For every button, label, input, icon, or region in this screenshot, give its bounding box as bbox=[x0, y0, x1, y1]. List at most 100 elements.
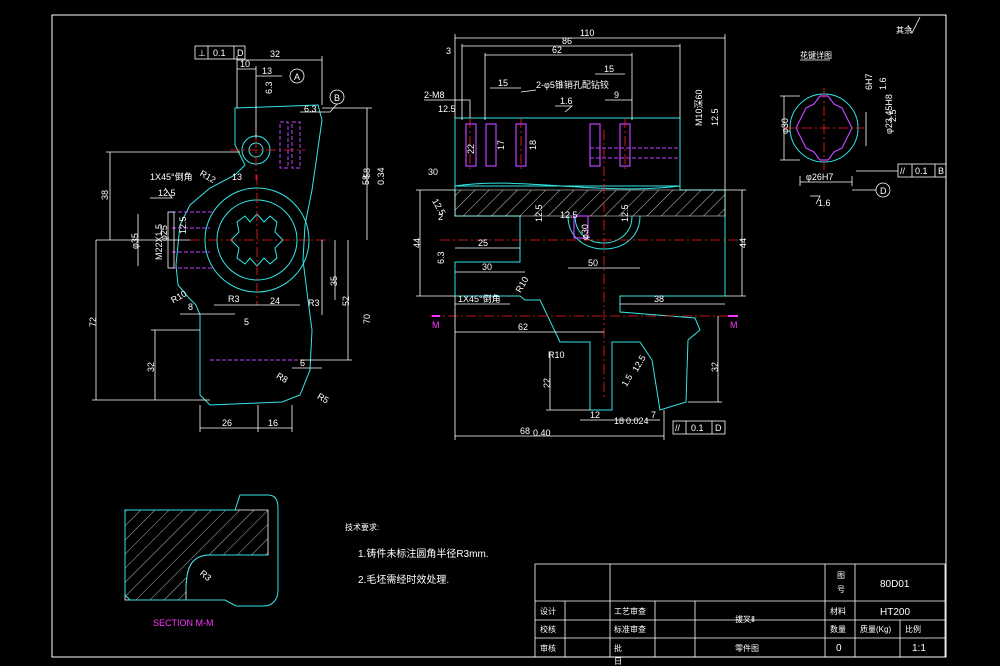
dim-3: 3 bbox=[446, 46, 451, 56]
holes-note: 2-φ5锥销孔配钻铰 bbox=[536, 79, 609, 90]
spline-phi26: φ26H7 bbox=[806, 172, 833, 182]
front-view: 110 86 62 3 15 15 9 2-φ5锥销孔配钻铰 2-M8 12.5… bbox=[412, 28, 748, 440]
dim-58-tol-sub: 0.34 bbox=[376, 167, 386, 185]
m10-note: M10深60 bbox=[694, 89, 704, 126]
dim-110: 110 bbox=[580, 28, 594, 38]
dim-16: 16 bbox=[268, 418, 278, 428]
dim-18-tol: 0.024 bbox=[626, 416, 649, 426]
dim-15-a: 15 bbox=[498, 78, 508, 88]
dim-6: 6 bbox=[300, 358, 305, 368]
tb-qty: 0 bbox=[836, 643, 842, 654]
spline-fcf-sym: // bbox=[900, 166, 906, 176]
dim-22-b: 22 bbox=[542, 378, 552, 388]
datum-a: A bbox=[294, 72, 300, 82]
tb-material-label: 材料 bbox=[830, 606, 846, 616]
r3-b: R3 bbox=[308, 298, 320, 308]
dim-7: 7 bbox=[651, 410, 656, 420]
ra-12-5-front-d: 12.5 bbox=[534, 204, 544, 222]
dim-12: 12 bbox=[590, 410, 600, 420]
fcf-bottom-tol: 0.1 bbox=[691, 423, 704, 433]
roughness-other-label: 其余 bbox=[896, 25, 912, 35]
dim-72: 72 bbox=[88, 317, 98, 327]
dim-13-b: 13 bbox=[232, 172, 242, 182]
dim-8: 8 bbox=[188, 302, 193, 312]
ra-12-5-front-e: 12.5 bbox=[560, 210, 578, 220]
tb-process: 工艺审查 bbox=[614, 606, 646, 616]
tb-date: 日 bbox=[614, 657, 622, 666]
dim-32-front: 32 bbox=[710, 362, 720, 372]
notes-title: 技术要求: bbox=[345, 522, 379, 532]
tb-mass-label: 质量(Kg) bbox=[860, 624, 891, 634]
ra-12-5-front-f: 12.5 bbox=[620, 204, 630, 222]
dim-52: 52 bbox=[341, 296, 351, 306]
tb-scale-label: 比例 bbox=[905, 624, 921, 634]
dim-62: 62 bbox=[552, 45, 562, 55]
dim-18: 18 bbox=[528, 140, 538, 150]
dim-38-front: 38 bbox=[654, 294, 664, 304]
spline-ra16: 1.6 bbox=[878, 77, 888, 90]
dim-13: 13 bbox=[262, 66, 272, 76]
ra-1-5: 1.5 bbox=[620, 372, 635, 388]
dim-2: 2 bbox=[438, 212, 443, 222]
spline-6h7: 6H7 bbox=[864, 73, 874, 90]
chamfer-note-front: 1X45°倒角 bbox=[458, 293, 501, 304]
dim-58-tol: 58 bbox=[361, 175, 371, 185]
chamfer-note-left: 1X45°倒角 bbox=[150, 171, 193, 182]
r3-a: R3 bbox=[228, 294, 240, 304]
dim-9: 9 bbox=[614, 90, 619, 100]
dim-6-3b: 6.3 bbox=[304, 104, 317, 114]
spline-phi30: φ30 bbox=[780, 118, 790, 134]
section-mark-left: M bbox=[432, 320, 440, 330]
r5: R5 bbox=[316, 391, 331, 405]
dim-17: 17 bbox=[496, 140, 506, 150]
dim-68: 68 bbox=[520, 426, 530, 436]
ra-1-6-front: 1.6 bbox=[560, 96, 573, 106]
dim-44-left: 44 bbox=[412, 238, 422, 248]
phi-25: φ25 bbox=[159, 225, 169, 241]
r12: R12 bbox=[198, 168, 217, 185]
dim-50: 50 bbox=[588, 258, 598, 268]
r10-front-a: R10 bbox=[514, 275, 531, 294]
ra-12-5-left: 12.5 bbox=[158, 188, 176, 198]
tb-qty-label: 数量 bbox=[830, 624, 846, 634]
dim-22: 22 bbox=[466, 144, 476, 154]
spline-fcf-tol: 0.1 bbox=[915, 166, 928, 176]
m8-note: 2-M8 bbox=[424, 90, 445, 100]
tech-notes: 技术要求: 1.铸件未标注圆角半径R3mm. 2.毛坯需经时效处理. bbox=[345, 522, 489, 586]
dim-70: 70 bbox=[362, 314, 372, 324]
cad-drawing: 其余 ⊥ 0.1 D 32 10 13 6.3 A B 6.3 38 72 32… bbox=[51, 14, 947, 666]
ra-12-5-front-b: 12.5 bbox=[710, 108, 720, 126]
fcf-top-sym: ⊥ bbox=[198, 48, 206, 58]
ra-6-3-front: 6.3 bbox=[436, 251, 446, 264]
dim-30: 30 bbox=[428, 167, 438, 177]
tb-review: 审核 bbox=[540, 643, 556, 653]
note-1: 1.铸件未标注圆角半径R3mm. bbox=[358, 547, 489, 560]
spline-detail: 花键详图 φ30 φ26H7 1.6 φ23.45H8 2.5 6H7 1.6 … bbox=[780, 50, 947, 208]
spline-fcf-datum: B bbox=[938, 166, 944, 176]
ra-12-5-b: 12.5 bbox=[178, 216, 188, 234]
drawing-code: 80D01 bbox=[880, 579, 910, 590]
tb-part-no: 零件图 bbox=[735, 643, 759, 653]
dim-26: 26 bbox=[222, 418, 232, 428]
ra-12-5-front-a: 12.5 bbox=[438, 104, 456, 114]
dim-32: 32 bbox=[270, 49, 280, 59]
r10-front-b: R10 bbox=[548, 350, 565, 360]
phi-35: φ35 bbox=[130, 233, 140, 249]
dim-25: 25 bbox=[478, 238, 488, 248]
tb-standard: 标准审查 bbox=[614, 624, 646, 634]
datum-b: B bbox=[334, 93, 340, 103]
dim-10: 10 bbox=[240, 59, 250, 69]
dim-32-left: 32 bbox=[146, 362, 156, 372]
spline-ra16-b: 1.6 bbox=[818, 198, 831, 208]
r10-left: R10 bbox=[169, 288, 188, 305]
dim-15-b: 15 bbox=[604, 64, 614, 74]
section-label: SECTION M-M bbox=[153, 618, 214, 628]
drawing-no-label-2: 号 bbox=[837, 585, 845, 594]
drawing-no-label-1: 图 bbox=[837, 571, 845, 580]
section-mark-right: M bbox=[730, 320, 738, 330]
dim-6-3: 6.3 bbox=[264, 81, 274, 94]
tb-approve: 批 bbox=[614, 643, 622, 653]
tb-scale: 1:1 bbox=[912, 643, 926, 654]
r8: R8 bbox=[275, 371, 290, 385]
dim-62-b: 62 bbox=[518, 322, 528, 332]
